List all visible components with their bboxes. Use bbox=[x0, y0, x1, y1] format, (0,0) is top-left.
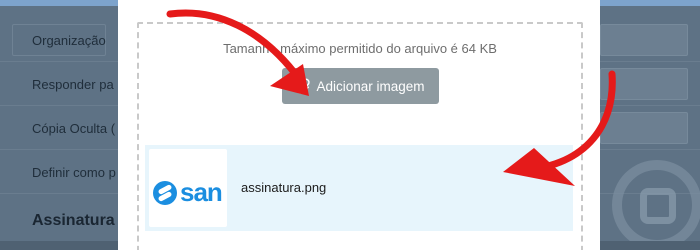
row-label: Definir como p bbox=[32, 165, 116, 180]
row-label: Responder pa bbox=[32, 77, 114, 92]
add-image-button-label: Adicionar imagem bbox=[316, 78, 425, 94]
row-label: Organização bbox=[32, 33, 106, 48]
row-label: Cópia Oculta ( bbox=[32, 121, 116, 136]
copia-oculta-field[interactable] bbox=[600, 112, 688, 144]
add-image-button[interactable]: Adicionar imagem bbox=[282, 68, 439, 104]
responder-field[interactable] bbox=[600, 68, 688, 100]
brand-logo: san bbox=[153, 177, 223, 208]
logo-mark-icon bbox=[153, 180, 177, 205]
uploaded-file-item[interactable]: san assinatura.png bbox=[145, 145, 573, 231]
file-name: assinatura.png bbox=[241, 180, 327, 195]
paperclip-icon bbox=[296, 78, 311, 94]
section-heading-assinatura: Assinatura bbox=[32, 212, 115, 229]
file-thumbnail: san bbox=[149, 149, 227, 227]
logo-text: san bbox=[180, 177, 223, 207]
max-file-size-text: Tamanho máximo permitido do arquivo é 64… bbox=[223, 41, 497, 56]
logo-watermark-inner bbox=[640, 188, 676, 224]
organizacao-field[interactable] bbox=[600, 24, 688, 56]
image-upload-modal: Tamanho máximo permitido do arquivo é 64… bbox=[118, 0, 600, 250]
